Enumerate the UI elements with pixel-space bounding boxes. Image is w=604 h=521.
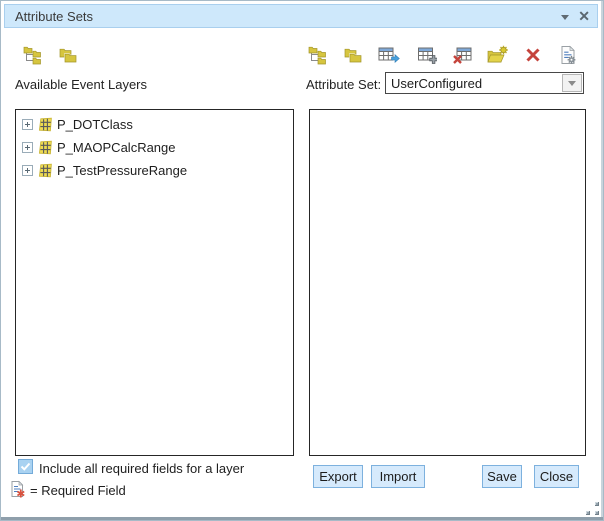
required-field-legend: = Required Field (30, 483, 126, 498)
close-icon[interactable]: ✕ (578, 9, 590, 23)
tree-item-label: P_MAOPCalcRange (57, 140, 176, 155)
table-export-icon (378, 45, 400, 65)
folder-gear-button[interactable] (487, 44, 509, 66)
delete-button[interactable] (522, 44, 544, 66)
table-remove-button[interactable] (451, 44, 473, 66)
available-event-layers-list[interactable]: P_DOTClass P_MAOPCalcRange P_TestPressur (15, 109, 294, 456)
document-gear-icon (560, 45, 577, 65)
window-bottom-edge (1, 517, 603, 520)
layer-tree-button-2[interactable] (307, 44, 329, 66)
titlebar[interactable]: Attribute Sets ✕ (4, 4, 598, 28)
folders-icon (343, 45, 363, 65)
expand-plus-icon[interactable] (22, 142, 33, 153)
table-add-button[interactable] (415, 44, 437, 66)
table-remove-icon (452, 45, 473, 65)
include-required-fields-label: Include all required fields for a layer (39, 461, 244, 476)
folder-gear-icon (487, 45, 509, 65)
layer-tree-icon (308, 45, 328, 65)
event-layer-icon (38, 140, 53, 155)
available-event-layers-label: Available Event Layers (15, 77, 147, 92)
document-gear-button[interactable] (557, 44, 579, 66)
table-add-icon (416, 45, 437, 65)
event-layer-icon (38, 117, 53, 132)
expand-plus-icon[interactable] (22, 165, 33, 176)
folders-button-2[interactable] (342, 44, 364, 66)
chevron-down-icon[interactable] (561, 15, 569, 20)
attribute-set-value: UserConfigured (391, 76, 482, 91)
chevron-down-icon (568, 81, 576, 86)
attribute-sets-window: Attribute Sets ✕ (0, 0, 604, 521)
table-export-button[interactable] (378, 44, 400, 66)
window-title: Attribute Sets (15, 9, 93, 24)
attribute-set-dropdown[interactable]: UserConfigured (385, 72, 584, 94)
folders-button[interactable] (57, 44, 79, 66)
export-button[interactable]: Export (313, 465, 363, 488)
folders-icon (58, 45, 78, 65)
required-field-icon (10, 480, 26, 498)
resize-grip[interactable] (586, 502, 599, 515)
tree-item-label: P_DOTClass (57, 117, 133, 132)
tree-item-label: P_TestPressureRange (57, 163, 187, 178)
import-button[interactable]: Import (371, 465, 425, 488)
layer-tree-icon (23, 45, 43, 65)
expand-plus-icon[interactable] (22, 119, 33, 130)
layer-tree-button[interactable] (22, 44, 44, 66)
include-required-fields-checkbox[interactable] (18, 459, 33, 474)
window-right-edge (601, 1, 603, 520)
delete-x-icon (525, 47, 541, 63)
tree-item[interactable]: P_TestPressureRange (16, 159, 187, 181)
event-layer-icon (38, 163, 53, 178)
save-button[interactable]: Save (482, 465, 522, 488)
attribute-set-fields-list[interactable] (309, 109, 586, 456)
checkmark-icon (19, 460, 32, 473)
tree-item[interactable]: P_DOTClass (16, 113, 133, 135)
attribute-set-label: Attribute Set: (306, 77, 381, 92)
tree-item[interactable]: P_MAOPCalcRange (16, 136, 176, 158)
close-button[interactable]: Close (534, 465, 579, 488)
dropdown-arrow-button[interactable] (562, 74, 582, 92)
